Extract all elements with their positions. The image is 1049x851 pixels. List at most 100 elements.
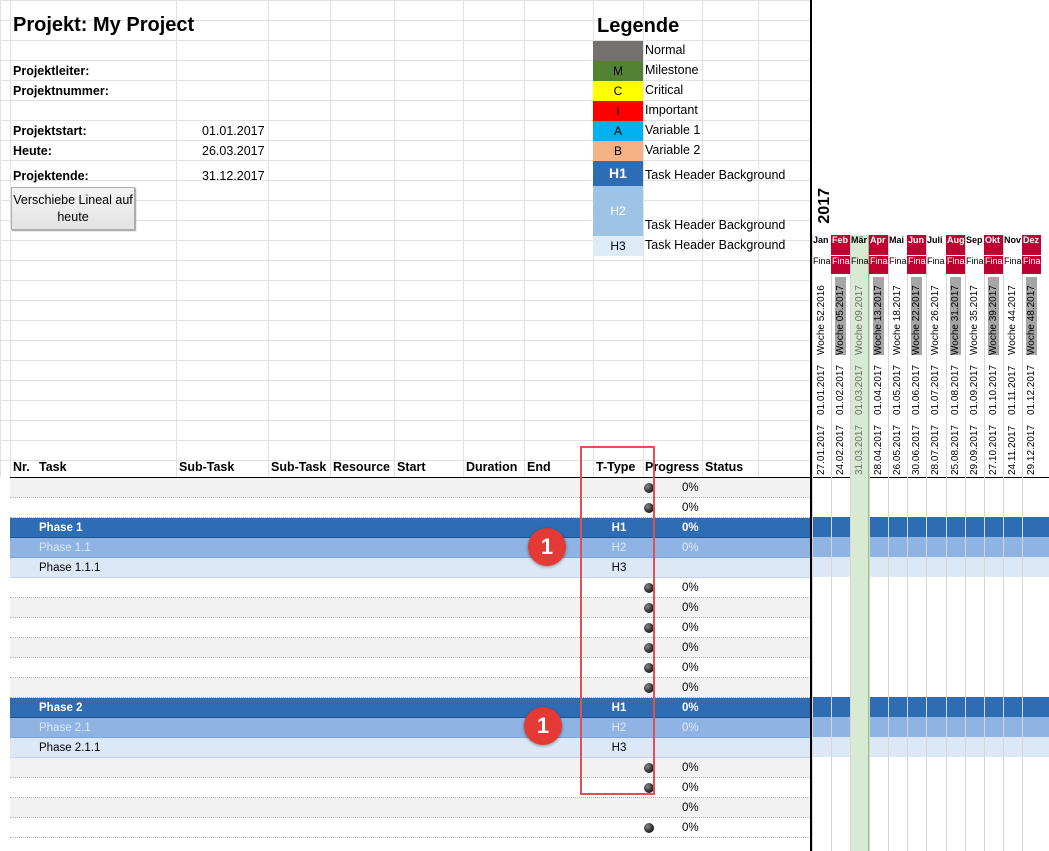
gantt-row-band — [812, 777, 1049, 797]
value-projektende[interactable]: 31.12.2017 — [202, 169, 265, 183]
gantt-month-label: Feb — [831, 235, 850, 255]
ttype-highlight-box — [580, 446, 655, 795]
gantt-col-line — [907, 235, 908, 851]
gantt-row-band — [812, 757, 1049, 777]
row-progress: 0% — [682, 822, 699, 834]
gantt-month-label: Aug — [946, 235, 965, 255]
gantt-start-date: 01.04.2017 — [873, 364, 884, 415]
gantt-col-line — [984, 235, 985, 851]
table-row[interactable]: 0% — [10, 818, 810, 838]
table-row[interactable]: 0% — [10, 498, 810, 518]
col-header-start: Start — [397, 460, 426, 474]
row-progress: 0% — [682, 542, 699, 554]
gantt-month-label: Mär — [851, 235, 868, 245]
row-progress: 0% — [682, 602, 699, 614]
gantt-row-band — [812, 477, 1049, 497]
gantt-row-band — [812, 537, 1049, 557]
gantt-end-date: 25.08.2017 — [950, 424, 961, 475]
project-title: Projekt: My Project — [13, 14, 195, 36]
table-row[interactable]: 0% — [10, 658, 810, 678]
gantt-col-line — [869, 235, 870, 851]
legend-swatch: B — [593, 141, 643, 161]
gantt-col-line — [1003, 235, 1004, 851]
col-header-subtask-1: Sub-Task — [179, 460, 235, 474]
row-progress: 0% — [682, 762, 699, 774]
grid-col-line — [394, 0, 395, 477]
table-row[interactable]: Phase 2 H1 0% — [10, 697, 1049, 718]
grid-col-line — [176, 0, 177, 477]
table-row[interactable]: 0% — [10, 638, 810, 658]
table-row[interactable]: Phase 1 H1 0% — [10, 517, 1049, 538]
gantt-month-label: Apr — [869, 235, 888, 255]
grid-col-line — [643, 0, 644, 477]
legend-label: Task Header Background — [645, 168, 786, 182]
gantt-week-label: Woche 09.2017 — [854, 285, 865, 355]
row-progress: 0% — [682, 502, 699, 514]
value-projektstart[interactable]: 01.01.2017 — [202, 124, 265, 138]
legend-label: Milestone — [645, 63, 699, 77]
gantt-month-label: Jun — [907, 235, 926, 255]
table-row[interactable]: 0% — [10, 578, 810, 598]
table-row[interactable]: Phase 1.1 H2 0% — [10, 537, 1049, 558]
value-heute[interactable]: 26.03.2017 — [202, 144, 265, 158]
table-row[interactable]: Phase 1.1.1 H3 — [10, 557, 1049, 578]
legend-label: Important — [645, 103, 698, 117]
legend-swatch: I — [593, 101, 643, 121]
row-progress: 0% — [682, 802, 699, 814]
gantt-start-date: 01.08.2017 — [950, 364, 961, 415]
table-row[interactable]: 0% — [10, 598, 810, 618]
row-progress: 0% — [682, 722, 699, 734]
gantt-row-band — [812, 737, 1049, 757]
gantt-fin-label: Fina — [813, 256, 831, 266]
gantt-month-label: Sep — [966, 235, 983, 245]
legend-swatch: C — [593, 81, 643, 101]
legend-swatch: M — [593, 61, 643, 81]
table-row[interactable]: 0% — [10, 478, 810, 498]
row-progress: 0% — [682, 662, 699, 674]
gantt-row-band — [812, 637, 1049, 657]
gantt-week-label: Woche 35.2017 — [969, 277, 980, 355]
table-row[interactable]: Phase 2.1 H2 0% — [10, 717, 1049, 738]
gantt-fin-label: Fina — [889, 256, 907, 266]
row-progress: 0% — [682, 682, 699, 694]
legend-label: Normal — [645, 43, 686, 57]
table-row[interactable]: 0% — [10, 758, 810, 778]
gantt-week-label: Woche 05.2017 — [835, 277, 846, 355]
col-header-end: End — [527, 460, 551, 474]
legend-swatch: A — [593, 121, 643, 141]
legend-swatch — [593, 41, 643, 61]
legend-swatch: H2 — [593, 186, 643, 236]
gantt-start-date: 01.06.2017 — [911, 364, 922, 415]
gantt-fin-label: Fina — [946, 256, 965, 274]
annotation-badge-2: 1 — [524, 707, 562, 745]
grid-col-line — [10, 0, 11, 477]
col-header-resource: Resource — [333, 460, 390, 474]
gantt-fin-label: Fina — [966, 256, 984, 266]
gantt-fin-label: Fina — [1004, 256, 1022, 266]
gantt-start-date: 01.05.2017 — [892, 364, 903, 415]
gantt-row-band — [812, 597, 1049, 617]
col-header-duration: Duration — [466, 460, 518, 474]
gantt-col-line — [965, 235, 966, 851]
table-row[interactable]: 0% — [10, 778, 810, 798]
gantt-end-date: 27.01.2017 — [816, 424, 827, 475]
gantt-week-label: Woche 31.2017 — [950, 277, 961, 355]
legend-label: Variable 2 — [645, 143, 701, 157]
legend-label: Task Header Background — [645, 238, 786, 252]
table-row[interactable]: Phase 2.1.1 H3 — [10, 737, 1049, 758]
gantt-end-date: 28.04.2017 — [873, 424, 884, 475]
table-row[interactable]: 0% — [10, 618, 810, 638]
gantt-start-date: 01.12.2017 — [1026, 364, 1037, 415]
gantt-end-date: 30.06.2017 — [911, 424, 922, 475]
move-ruler-today-button[interactable]: Verschiebe Lineal auf heute — [11, 187, 135, 230]
gantt-fin-label: Fina — [907, 256, 926, 274]
gantt-week-label: Woche 18.2017 — [892, 277, 903, 355]
col-header-task: Task — [39, 460, 67, 474]
gantt-col-line — [812, 235, 813, 851]
gantt-month-label: Juli — [927, 235, 943, 245]
table-row[interactable]: 0% — [10, 798, 810, 818]
gantt-fin-label: Fina — [984, 256, 1003, 274]
row-task-name: Phase 1.1.1 — [39, 562, 101, 574]
table-row[interactable]: 0% — [10, 678, 810, 698]
gantt-end-date: 24.02.2017 — [835, 424, 846, 475]
